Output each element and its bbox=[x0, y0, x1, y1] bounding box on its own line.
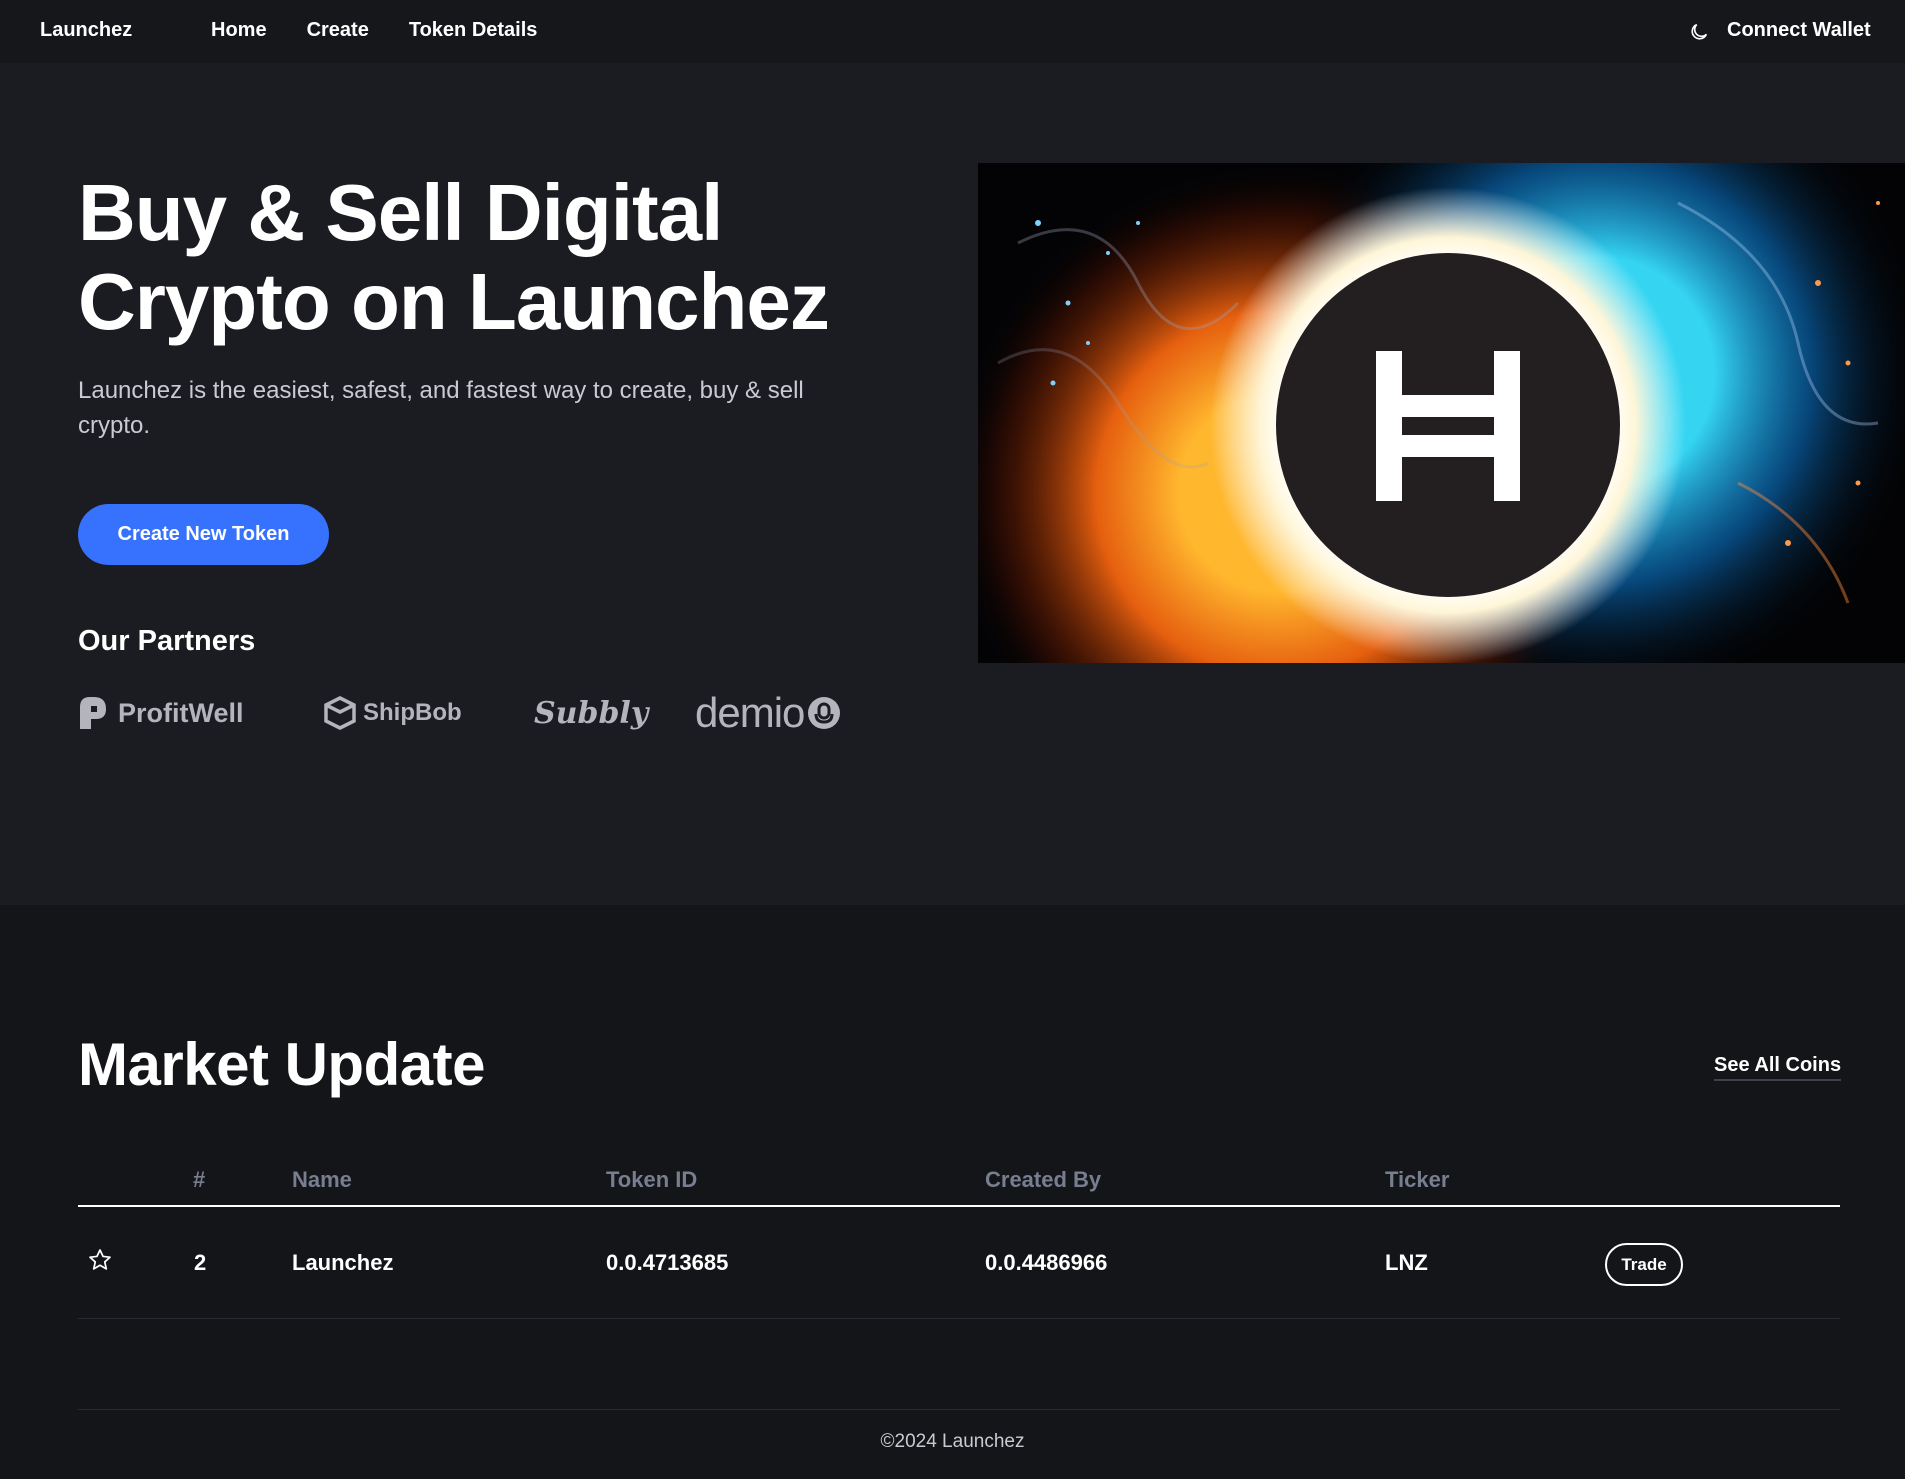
hero-section: Buy & Sell Digital Crypto on Launchez La… bbox=[0, 63, 1905, 905]
nav-home[interactable]: Home bbox=[211, 19, 267, 42]
hero-subtitle: Launchez is the easiest, safest, and fas… bbox=[78, 377, 804, 439]
column-ticker: Ticker bbox=[1385, 1167, 1450, 1192]
nav-token-details[interactable]: Token Details bbox=[409, 19, 538, 42]
table-header: # Name Token ID Created By Ticker bbox=[78, 1158, 1840, 1207]
cell-token-id: 0.0.4713685 bbox=[606, 1250, 729, 1275]
footer-divider bbox=[78, 1409, 1840, 1410]
hero-title: Buy & Sell Digital Crypto on Launchez bbox=[78, 168, 878, 346]
nav-links: Home Create Token Details bbox=[211, 19, 537, 42]
column-name: Name bbox=[292, 1167, 352, 1192]
nav-create[interactable]: Create bbox=[307, 19, 369, 42]
hero-title-line2: Crypto on Launchez bbox=[78, 257, 830, 346]
cell-name[interactable]: Launchez bbox=[292, 1250, 393, 1276]
market-title: Market Update bbox=[78, 1031, 485, 1098]
partner-subbly-text: Subbly bbox=[534, 695, 649, 731]
partner-subbly-logo: Subbly bbox=[534, 683, 648, 743]
partner-profitwell-logo: ProfitWell bbox=[78, 683, 244, 743]
partners-title: Our Partners bbox=[78, 625, 256, 657]
partner-demio-text: demio bbox=[695, 689, 805, 736]
table-row: 2 Launchez 0.0.4713685 0.0.4486966 LNZ T… bbox=[78, 1207, 1840, 1319]
cell-ticker: LNZ bbox=[1385, 1250, 1428, 1275]
partner-shipbob-text: ShipBob bbox=[363, 699, 462, 726]
brand-logo[interactable]: Launchez bbox=[40, 19, 132, 42]
footer: ©2024 Launchez bbox=[0, 1409, 1905, 1479]
hero-image bbox=[978, 163, 1905, 663]
cell-rank: 2 bbox=[194, 1250, 207, 1275]
see-all-coins-link[interactable]: See All Coins bbox=[1714, 1054, 1842, 1081]
cell-created-by: 0.0.4486966 bbox=[985, 1250, 1108, 1275]
partner-demio-logo: demio bbox=[695, 683, 847, 743]
hero-title-line1: Buy & Sell Digital bbox=[78, 168, 723, 257]
partner-logos: ProfitWell ShipBob Subbly demio bbox=[78, 683, 878, 743]
moon-icon[interactable] bbox=[1688, 21, 1710, 43]
partner-shipbob-logo: ShipBob bbox=[323, 683, 462, 743]
column-created-by: Created By bbox=[985, 1167, 1102, 1192]
star-icon[interactable] bbox=[87, 1247, 113, 1273]
column-token-id: Token ID bbox=[606, 1167, 698, 1192]
market-update-section: Market Update See All Coins # Name Token… bbox=[0, 905, 1905, 1409]
connect-wallet-button[interactable]: Connect Wallet bbox=[1727, 19, 1871, 42]
create-new-token-button[interactable]: Create New Token bbox=[78, 504, 329, 565]
column-rank: # bbox=[193, 1167, 206, 1192]
market-table: # Name Token ID Created By Ticker 2 Laun… bbox=[78, 1158, 1840, 1319]
footer-copyright: ©2024 Launchez bbox=[880, 1431, 1025, 1452]
navbar: Launchez Home Create Token Details Conne… bbox=[0, 0, 1905, 63]
partner-profitwell-text: ProfitWell bbox=[118, 697, 244, 728]
trade-button[interactable]: Trade bbox=[1605, 1243, 1683, 1286]
